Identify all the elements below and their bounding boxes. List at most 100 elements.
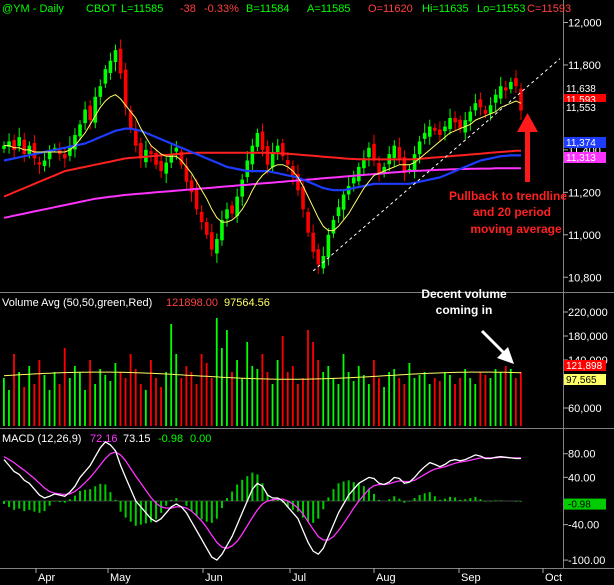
date-tick-label: Jul	[292, 572, 306, 584]
candle-body	[230, 205, 234, 214]
candle-body	[194, 188, 199, 210]
macd-histogram-bar	[114, 499, 117, 501]
macd-histogram-bar	[48, 501, 51, 506]
volume-value1: 121898.00	[166, 297, 218, 309]
candle-body	[453, 118, 457, 123]
volume-note-line-2: coming in	[436, 303, 493, 317]
volume-bar	[144, 390, 147, 426]
candle-body	[2, 145, 6, 149]
candle-body	[255, 132, 260, 147]
volume-note-line-1: Decent volume	[421, 287, 507, 301]
volume-bar	[94, 384, 97, 426]
candle-body	[265, 146, 270, 165]
macd-histogram-bar	[134, 501, 137, 526]
macd-signal-value: 73.15	[123, 433, 151, 445]
volume-bar	[312, 342, 314, 426]
volume-bar	[322, 372, 325, 426]
volume-bar	[459, 378, 461, 426]
volume-bar	[28, 366, 31, 426]
candle-body	[149, 151, 153, 155]
macd-histogram-bar	[520, 501, 522, 502]
macd-histogram-bar	[347, 480, 350, 501]
volume-bar	[210, 378, 213, 426]
macd-histogram-bar	[165, 501, 168, 506]
candle-body	[443, 126, 447, 132]
volume-badge: 121,898	[566, 361, 603, 372]
macd-histogram-bar	[428, 492, 431, 501]
volume-bar	[43, 375, 46, 426]
candle-body	[438, 129, 442, 136]
volume-bar	[464, 369, 467, 426]
volume-axis-tick-label: 180,000	[568, 331, 608, 343]
date-tick-label: Aug	[376, 572, 396, 584]
candle-body	[357, 166, 361, 182]
volume-bar	[509, 369, 512, 426]
candle-body	[32, 143, 37, 159]
volume-bar	[89, 360, 91, 426]
macd-histogram-bar	[388, 499, 391, 501]
volume-bar	[200, 354, 203, 426]
volume-bar	[367, 384, 370, 426]
volume-bar	[332, 378, 335, 426]
candle-body	[133, 128, 138, 146]
volume-bar	[499, 372, 502, 426]
volume-badge: 97,565	[566, 375, 597, 386]
macd-histogram-bar	[459, 499, 462, 501]
macd-histogram-bar	[124, 501, 127, 518]
macd-histogram-bar	[79, 490, 82, 501]
volume-bar	[215, 318, 218, 426]
volume-bar	[165, 372, 167, 426]
volume-bar	[84, 390, 86, 426]
macd-axis-tick-label: 80.00	[568, 449, 596, 461]
volume-bar	[251, 366, 254, 426]
macd-histogram-bar	[215, 501, 218, 519]
candle-body	[220, 219, 224, 241]
macd-histogram-bar	[3, 501, 5, 504]
candle-body	[316, 249, 321, 265]
candle-body	[103, 69, 108, 84]
volume-bar	[307, 330, 309, 426]
volume-header: Volume Avg (50,50,green,Red) 121898.00 9…	[2, 297, 270, 309]
candle-body	[199, 211, 204, 223]
volume-bar	[246, 342, 249, 426]
volume-bar	[403, 384, 406, 426]
macd-histogram-bar	[109, 492, 112, 501]
volume-bar	[398, 378, 401, 426]
macd-histogram-bar	[398, 498, 401, 501]
header-open: O=11620	[368, 3, 413, 15]
volume-bar	[276, 360, 279, 426]
date-tick-label: Sep	[461, 572, 481, 584]
volume-bar	[271, 384, 274, 426]
price-badge: 11,374	[566, 138, 596, 149]
candle-body	[154, 152, 158, 165]
macd-histogram-bar	[342, 481, 345, 501]
macd-histogram-bar	[484, 501, 487, 502]
volume-bar	[443, 372, 446, 426]
header-close: C=11593	[527, 3, 571, 15]
volume-bar	[433, 378, 436, 426]
volume-bar	[418, 375, 421, 426]
macd-histogram-bar	[8, 501, 11, 507]
candle-body	[448, 118, 452, 130]
candle-body	[210, 232, 214, 250]
macd-histogram-bar	[185, 501, 188, 506]
macd-histogram-bar	[322, 501, 325, 510]
macd-histogram-bar	[423, 493, 426, 501]
volume-bar	[494, 369, 497, 426]
macd-histogram-bar	[251, 472, 254, 501]
macd-histogram-bar	[23, 501, 26, 512]
price-axis-tick-label: 11,200	[568, 187, 601, 199]
volume-bar	[428, 384, 431, 426]
pullback-arrow-shaft	[525, 128, 530, 182]
macd-histogram-bar	[408, 501, 411, 502]
macd-histogram-bar	[18, 501, 21, 509]
macd-histogram-bar	[28, 501, 31, 510]
date-tick-label: Oct	[545, 572, 562, 584]
volume-bar	[489, 378, 492, 426]
volume-bar	[393, 369, 396, 426]
volume-bar	[362, 375, 365, 426]
candle-body	[306, 211, 310, 233]
macd-histogram-bar	[170, 499, 173, 501]
volume-bar	[413, 378, 416, 426]
volume-bar	[129, 354, 132, 426]
